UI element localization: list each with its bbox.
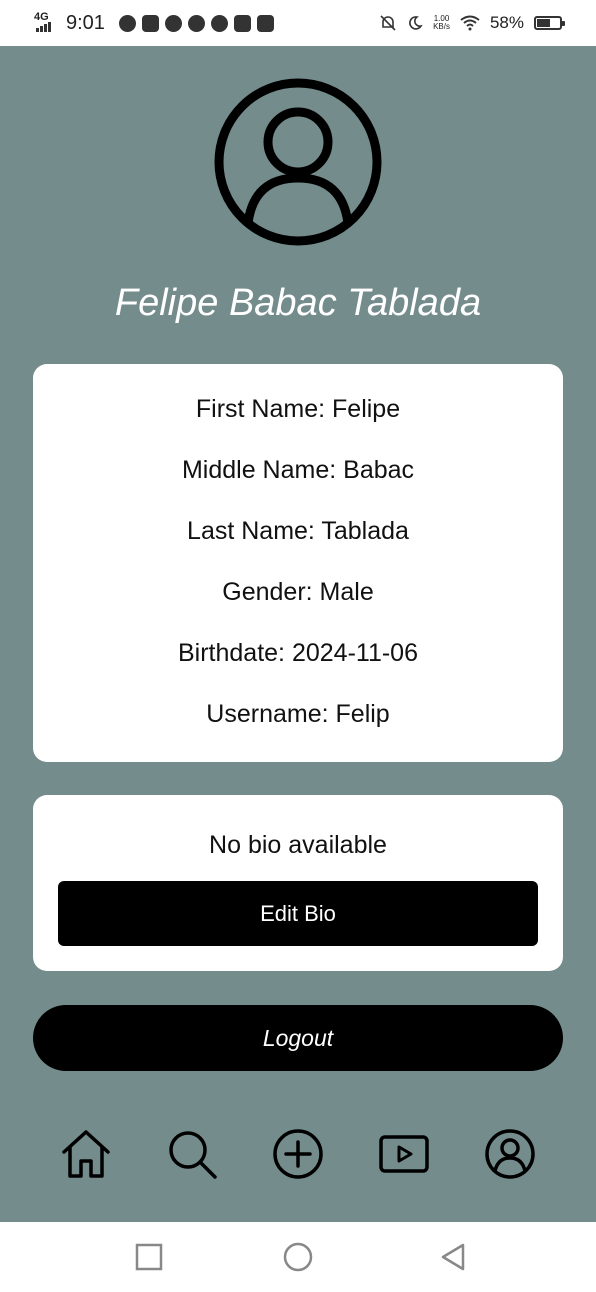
battery-icon bbox=[534, 16, 565, 30]
first-name-value: Felipe bbox=[332, 395, 401, 423]
wifi-icon bbox=[460, 15, 480, 31]
tab-videos[interactable] bbox=[376, 1126, 432, 1182]
gender-row: Gender: Male bbox=[222, 578, 374, 606]
facebook-icon bbox=[141, 14, 159, 32]
clock: 9:01 bbox=[66, 11, 105, 34]
notification-app-icon bbox=[118, 14, 136, 32]
net-speed: 1.00 KB/s bbox=[433, 14, 450, 31]
home-icon bbox=[62, 1130, 110, 1178]
username-row: Username: Felip bbox=[206, 700, 390, 728]
app-notification-icon bbox=[210, 14, 228, 32]
home-button[interactable] bbox=[283, 1242, 313, 1272]
bottom-tab-bar bbox=[0, 1126, 596, 1188]
logout-button[interactable]: Logout bbox=[33, 1005, 563, 1071]
tab-create[interactable] bbox=[270, 1126, 326, 1182]
messenger-icon bbox=[164, 14, 182, 32]
edit-bio-button[interactable]: Edit Bio bbox=[58, 881, 538, 946]
birthdate-value: 2024-11-06 bbox=[291, 639, 418, 667]
video-play-icon bbox=[379, 1135, 429, 1173]
battery-percent: 58% bbox=[489, 13, 524, 32]
status-bar: 4G 9:01 1.00 KB/s 58% bbox=[0, 0, 596, 46]
signal-icon: 4G bbox=[34, 12, 58, 32]
recents-button[interactable] bbox=[134, 1242, 164, 1272]
middle-name-row: Middle Name: Babac bbox=[181, 456, 415, 484]
profile-info-card: First Name: Felipe Middle Name: Babac La… bbox=[33, 364, 563, 762]
username-value: Felip bbox=[335, 700, 390, 728]
first-name-row: First Name: Felipe bbox=[195, 395, 401, 423]
last-name-value: Tablada bbox=[321, 517, 409, 545]
mute-icon bbox=[380, 15, 396, 31]
last-name-row: Last Name: Tablada bbox=[187, 517, 409, 545]
gmail-icon bbox=[233, 14, 251, 32]
tab-search[interactable] bbox=[164, 1126, 220, 1182]
middle-name-value: Babac bbox=[343, 456, 415, 484]
profile-icon bbox=[485, 1129, 535, 1179]
system-nav-bar bbox=[0, 1222, 596, 1292]
gender-value: Male bbox=[319, 578, 374, 606]
bio-card: No bio available Edit Bio bbox=[33, 795, 563, 971]
birthdate-row: Birthdate: 2024-11-06 bbox=[178, 639, 418, 667]
app-notification-icon bbox=[256, 14, 274, 32]
moon-icon bbox=[409, 16, 423, 30]
profile-screen: Felipe Babac Tablada First Name: Felipe … bbox=[0, 46, 596, 1222]
tab-profile[interactable] bbox=[482, 1126, 538, 1182]
back-button[interactable] bbox=[438, 1242, 468, 1272]
search-icon bbox=[169, 1131, 217, 1179]
user-circle-icon bbox=[214, 78, 382, 246]
app-notification-icon bbox=[187, 14, 205, 32]
bio-text: No bio available bbox=[209, 831, 387, 859]
profile-display-name: Felipe Babac Tablada bbox=[114, 282, 482, 324]
tab-home[interactable] bbox=[58, 1126, 114, 1182]
add-circle-icon bbox=[273, 1129, 323, 1179]
